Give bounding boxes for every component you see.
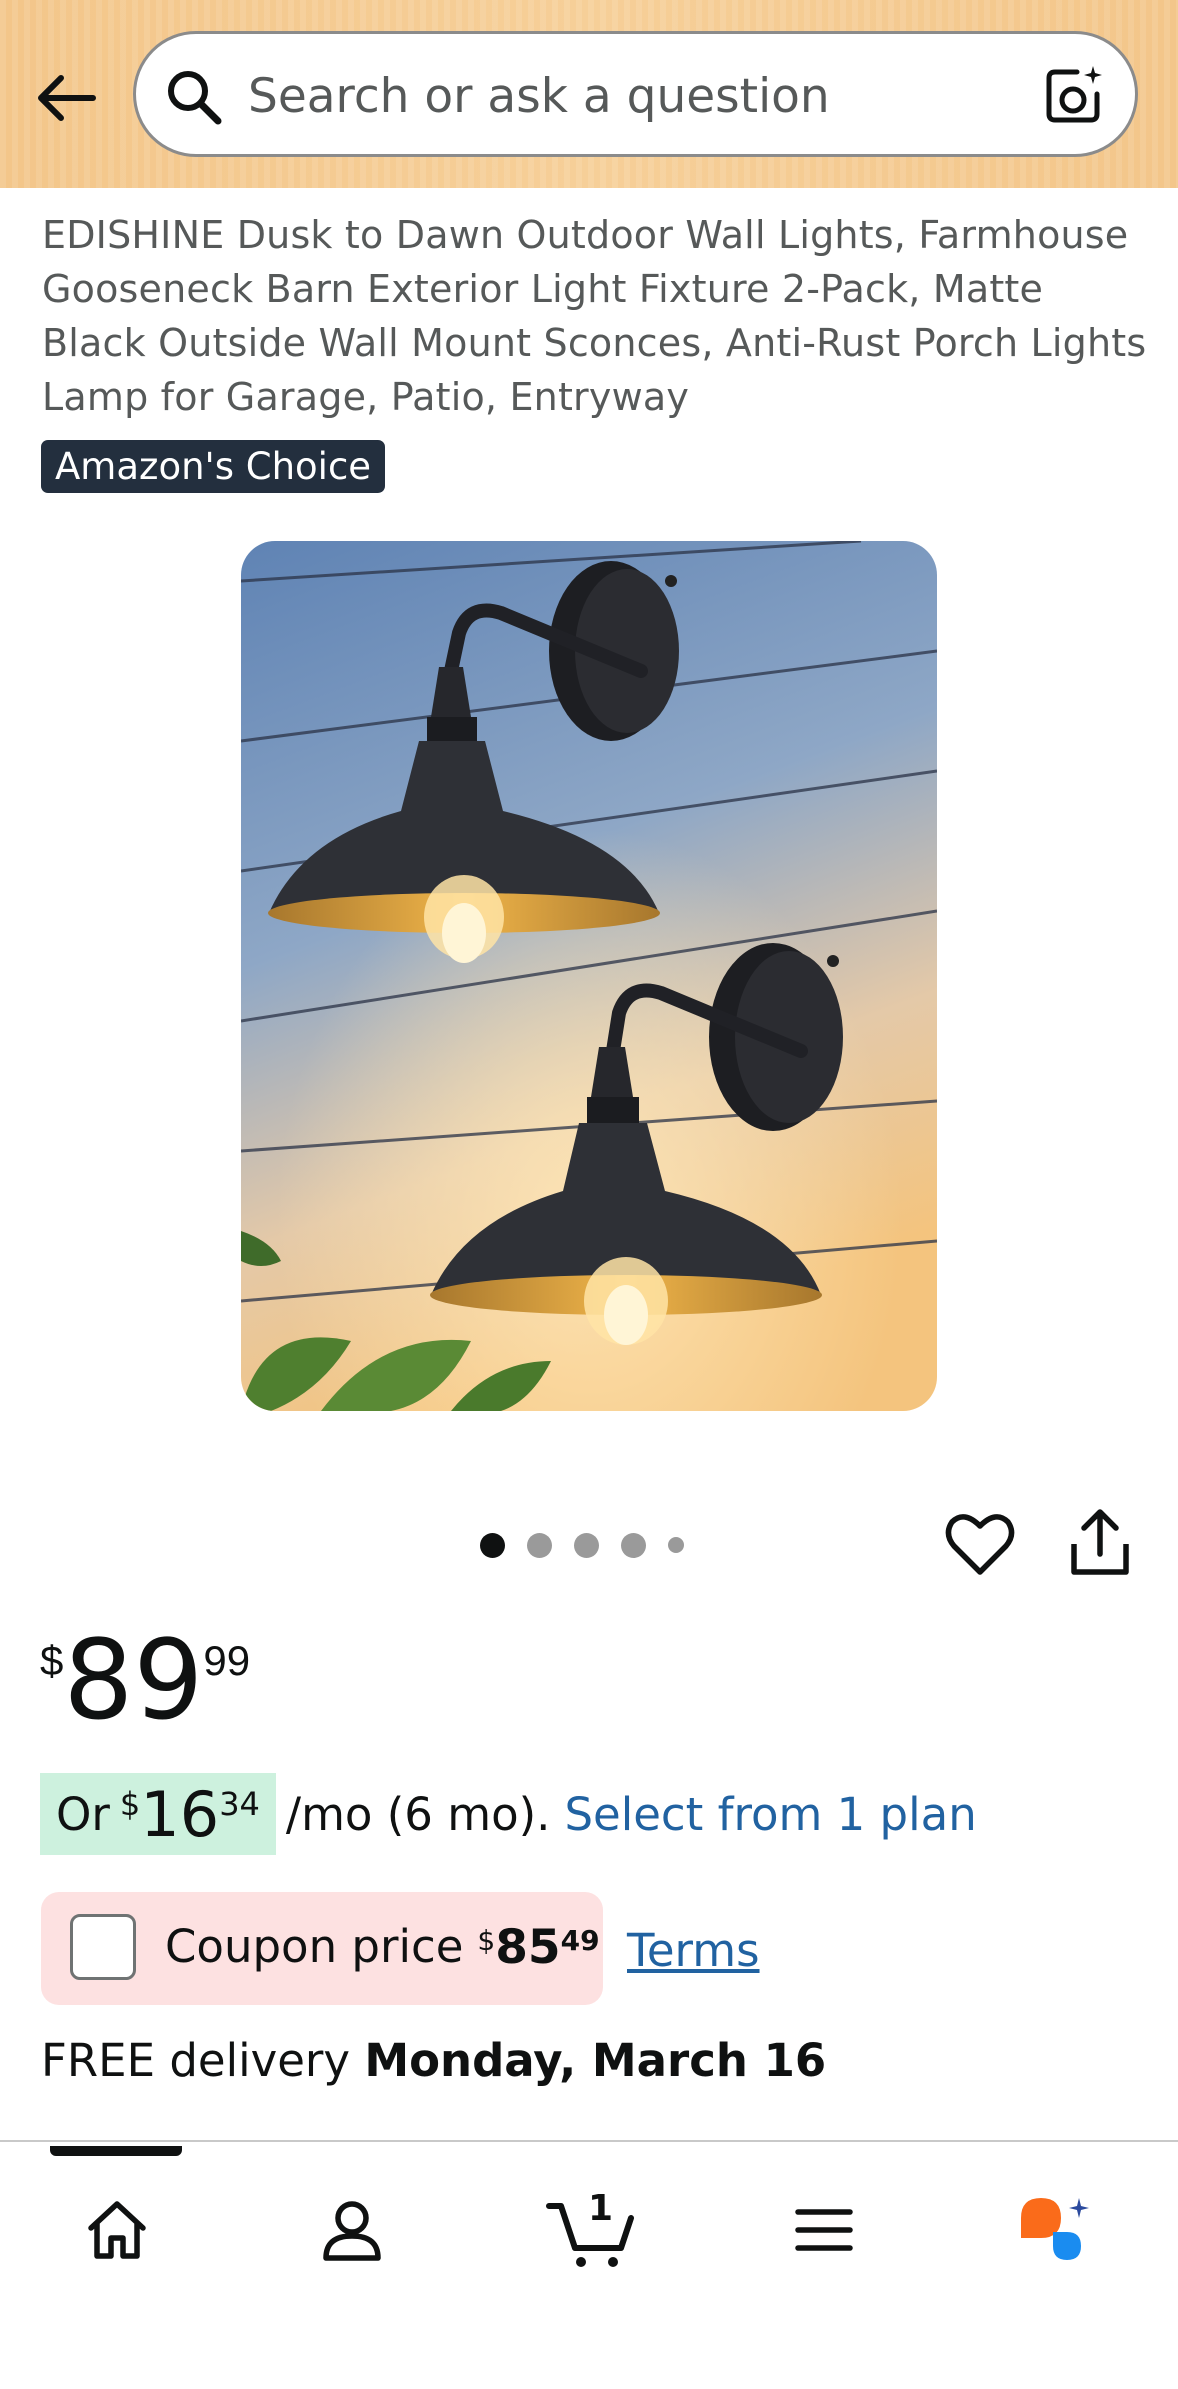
- back-arrow-icon: [38, 75, 96, 121]
- camera-lens-icon[interactable]: [1041, 64, 1105, 128]
- share-button[interactable]: [1066, 1508, 1134, 1580]
- monthly-suffix: /mo (6 mo).: [285, 1787, 551, 1841]
- price-currency: $: [40, 1637, 64, 1684]
- nav-menu[interactable]: [774, 2180, 874, 2280]
- product-title[interactable]: EDISHINE Dusk to Dawn Outdoor Wall Light…: [42, 208, 1152, 424]
- delivery-info: FREE delivery Monday, March 16: [41, 2034, 826, 2087]
- search-input[interactable]: Search or ask a question: [133, 31, 1138, 157]
- menu-icon: [795, 2209, 853, 2251]
- delivery-date: Monday, March 16: [364, 2034, 827, 2087]
- product-image[interactable]: [241, 541, 937, 1411]
- home-icon: [88, 2201, 146, 2259]
- coupon-fraction: 49: [560, 1924, 600, 1957]
- coupon-currency: $: [477, 1924, 496, 1957]
- person-icon: [323, 2201, 381, 2261]
- price-fraction: 99: [203, 1637, 251, 1684]
- coupon-checkbox[interactable]: [70, 1914, 136, 1980]
- terms-link[interactable]: Terms: [627, 1924, 760, 1977]
- search-icon: [168, 71, 222, 125]
- carousel-dot[interactable]: [621, 1532, 646, 1558]
- wall-lights-photo: [241, 541, 937, 1411]
- monthly-currency: $: [119, 1785, 141, 1823]
- add-to-list-button[interactable]: [944, 1508, 1016, 1580]
- monthly-payment: Or $ 16 34 /mo (6 mo). Select from 1 pla…: [40, 1773, 977, 1855]
- monthly-fraction: 34: [219, 1785, 260, 1823]
- coupon-box[interactable]: Coupon price $ 85 49: [41, 1892, 603, 2005]
- back-button[interactable]: [30, 62, 102, 134]
- carousel-dot[interactable]: [480, 1532, 505, 1558]
- heart-icon: [945, 1514, 1015, 1575]
- top-header: Search or ask a question: [0, 0, 1178, 188]
- cart-count: 1: [588, 2188, 614, 2229]
- carousel-dot[interactable]: [527, 1532, 552, 1558]
- coupon-label: Coupon price $ 85 49: [165, 1920, 600, 1975]
- delivery-prefix: FREE delivery: [41, 2034, 351, 2087]
- price: $ 89 99: [40, 1615, 250, 1745]
- select-plan-link[interactable]: Select from 1 plan: [564, 1788, 976, 1841]
- share-icon: [1071, 1509, 1129, 1575]
- nav-cart[interactable]: 1: [540, 2180, 640, 2280]
- nav-home[interactable]: [67, 2180, 167, 2280]
- carousel-dot[interactable]: [668, 1537, 684, 1553]
- coupon-whole: 85: [495, 1920, 561, 1975]
- nav-rufus-assistant[interactable]: [1005, 2180, 1105, 2280]
- image-carousel-dots[interactable]: [480, 1530, 684, 1560]
- monthly-whole: 16: [140, 1777, 220, 1851]
- price-whole: 89: [63, 1616, 204, 1744]
- monthly-prefix: Or: [56, 1787, 110, 1841]
- monthly-highlight: Or $ 16 34: [40, 1773, 276, 1855]
- amazons-choice-badge: Amazon's Choice: [41, 440, 386, 493]
- rufus-chat-icon: [1021, 2198, 1089, 2260]
- bottom-navigation: 1: [0, 2140, 1178, 2389]
- carousel-dot[interactable]: [574, 1532, 599, 1558]
- nav-account[interactable]: [302, 2180, 402, 2280]
- active-tab-indicator: [50, 2146, 182, 2156]
- search-placeholder: Search or ask a question: [248, 69, 830, 124]
- coupon-text: Coupon price: [165, 1920, 464, 1973]
